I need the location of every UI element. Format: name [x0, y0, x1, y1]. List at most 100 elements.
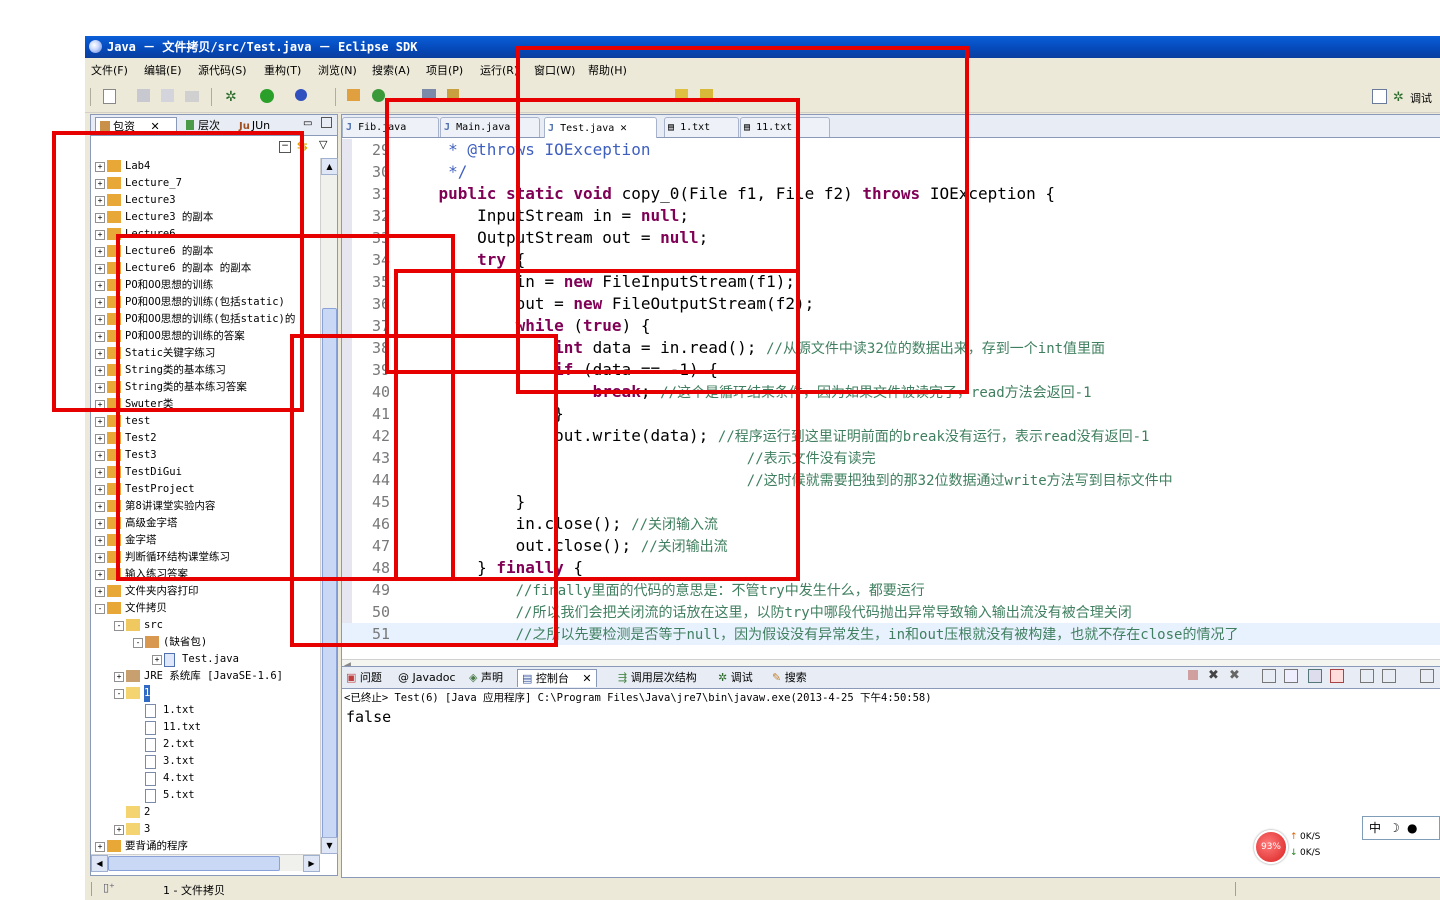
- expand-icon[interactable]: +: [152, 655, 162, 665]
- expand-icon[interactable]: +: [95, 468, 105, 478]
- tab-search[interactable]: ✎ 搜索: [772, 669, 807, 686]
- code-line[interactable]: 39 if (data == -1) {: [342, 359, 1440, 381]
- code-line[interactable]: 41 }: [342, 403, 1440, 425]
- tree-item[interactable]: + Lecture6: [95, 226, 319, 243]
- expand-icon[interactable]: +: [95, 162, 105, 172]
- code-area[interactable]: 29 * @throws IOException 30 */31 public s…: [342, 139, 1440, 645]
- expand-icon[interactable]: +: [95, 264, 105, 274]
- tab-declaration[interactable]: ◈ 声明: [469, 669, 503, 686]
- code-line[interactable]: 32 InputStream in = null;: [342, 205, 1440, 227]
- tree-item[interactable]: 4.txt: [133, 770, 319, 787]
- ime-toolbar[interactable]: 中 ☽ ●: [1362, 816, 1440, 840]
- external-tools-icon[interactable]: [295, 89, 307, 101]
- close-icon[interactable]: ✕: [151, 120, 160, 133]
- view-menu-icon[interactable]: ▽: [319, 138, 327, 151]
- tree-item[interactable]: 5.txt: [133, 787, 319, 804]
- menu-refactor[interactable]: 重构(T): [264, 62, 301, 78]
- tree-item[interactable]: - 文件拷贝: [95, 600, 319, 617]
- new-class-icon[interactable]: [372, 89, 385, 102]
- tree-item[interactable]: 1.txt: [133, 702, 319, 719]
- scroll-up-icon[interactable]: ▲: [321, 158, 338, 175]
- menu-edit[interactable]: 编辑(E): [144, 62, 182, 78]
- code-line[interactable]: 46 in.close(); //关闭输入流: [342, 513, 1440, 535]
- show-on-stderr-icon[interactable]: [1330, 669, 1344, 683]
- tree-item[interactable]: 2: [114, 804, 319, 821]
- tree-item[interactable]: + 要背诵的程序: [95, 838, 319, 854]
- tab-hierarchy[interactable]: 层次: [186, 117, 220, 134]
- expand-icon[interactable]: +: [95, 519, 105, 529]
- back-icon[interactable]: [675, 89, 688, 101]
- code-line[interactable]: 47 out.close(); //关闭输出流: [342, 535, 1440, 557]
- expand-icon[interactable]: +: [95, 383, 105, 393]
- scroll-left-icon[interactable]: ◀: [91, 855, 108, 872]
- expand-icon[interactable]: +: [95, 451, 105, 461]
- new-java-project-icon[interactable]: [347, 89, 360, 101]
- collapse-icon[interactable]: -: [95, 604, 105, 614]
- code-line[interactable]: 45 }: [342, 491, 1440, 513]
- remove-launch-icon[interactable]: ✖: [1208, 668, 1219, 683]
- tree-item[interactable]: + Swuter类: [95, 396, 319, 413]
- expand-icon[interactable]: +: [95, 349, 105, 359]
- moon-icon[interactable]: ☽: [1389, 817, 1400, 839]
- collapse-icon[interactable]: -: [114, 689, 124, 699]
- expand-icon[interactable]: +: [95, 315, 105, 325]
- ime-mode[interactable]: 中: [1369, 817, 1381, 839]
- tree-item[interactable]: + Lecture6 的副本: [95, 243, 319, 260]
- tree-item[interactable]: 11.txt: [133, 719, 319, 736]
- save-all-icon[interactable]: [161, 89, 174, 102]
- tree-item[interactable]: + PO和OO思想的训练(包括static)的: [95, 311, 319, 328]
- menu-navigate[interactable]: 浏览(N): [318, 62, 357, 78]
- expand-icon[interactable]: +: [95, 298, 105, 308]
- expand-icon[interactable]: +: [95, 213, 105, 223]
- expand-icon[interactable]: +: [95, 196, 105, 206]
- code-line[interactable]: 38 int data = in.read(); //从源文件中读32位的数据出…: [342, 337, 1440, 359]
- fast-view-icon[interactable]: ▯⁺: [103, 881, 115, 894]
- tree-item[interactable]: + Test2: [95, 430, 319, 447]
- debug-icon[interactable]: ✲: [225, 89, 241, 105]
- tree-item[interactable]: + String类的基本练习答案: [95, 379, 319, 396]
- tab-1-txt[interactable]: ▤ 1.txt: [664, 117, 739, 137]
- minimize-icon[interactable]: ▭: [303, 118, 312, 129]
- tab-fib-java[interactable]: J Fib.java: [342, 117, 439, 137]
- expand-icon[interactable]: +: [95, 434, 105, 444]
- close-icon[interactable]: ✕: [582, 672, 591, 685]
- code-line[interactable]: 30 */: [342, 161, 1440, 183]
- tree-item[interactable]: + Test3: [95, 447, 319, 464]
- tab-problems[interactable]: ▣ 问题: [346, 669, 382, 686]
- user-icon[interactable]: ●: [1407, 817, 1417, 839]
- tree-item[interactable]: + TestDiGui: [95, 464, 319, 481]
- collapse-icon[interactable]: -: [133, 638, 143, 648]
- collapse-icon[interactable]: -: [114, 621, 124, 631]
- open-type-icon[interactable]: [422, 89, 436, 101]
- link-editor-icon[interactable]: ⇆: [297, 139, 308, 154]
- expand-icon[interactable]: +: [95, 417, 105, 427]
- scroll-lock-icon[interactable]: [1284, 669, 1298, 683]
- code-line[interactable]: 42 out.write(data); //程序运行到这里证明前面的break没…: [342, 425, 1440, 447]
- console-output[interactable]: false: [346, 708, 391, 726]
- tree-item[interactable]: + 判断循环结构课堂练习: [95, 549, 319, 566]
- tree-item[interactable]: + String类的基本练习: [95, 362, 319, 379]
- code-line[interactable]: 48 } finally {: [342, 557, 1440, 579]
- show-on-stdout-icon[interactable]: [1308, 669, 1322, 683]
- expand-icon[interactable]: +: [95, 587, 105, 597]
- tree-item[interactable]: + TestProject: [95, 481, 319, 498]
- display-console-icon[interactable]: [1382, 669, 1396, 683]
- remove-all-icon[interactable]: ✖: [1229, 668, 1240, 683]
- clear-console-icon[interactable]: [1262, 669, 1276, 683]
- save-icon[interactable]: [137, 89, 150, 102]
- tab-debug[interactable]: ✲ 调试: [718, 669, 753, 686]
- menu-help[interactable]: 帮助(H): [588, 62, 627, 78]
- scrollbar-thumb[interactable]: [322, 308, 337, 840]
- expand-icon[interactable]: +: [95, 536, 105, 546]
- terminate-icon[interactable]: [1188, 670, 1198, 680]
- close-icon[interactable]: ✕: [620, 121, 627, 134]
- forward-icon[interactable]: [700, 89, 713, 101]
- tree-item[interactable]: + test: [95, 413, 319, 430]
- tab-package-explorer[interactable]: 包资 ✕: [95, 117, 177, 135]
- expand-icon[interactable]: +: [114, 825, 124, 835]
- code-line[interactable]: 36 out = new FileOutputStream(f2);: [342, 293, 1440, 315]
- tree-item[interactable]: + 金字塔: [95, 532, 319, 549]
- menu-source[interactable]: 源代码(S): [198, 62, 247, 78]
- run-icon[interactable]: [260, 89, 274, 103]
- open-perspective-icon[interactable]: [1372, 89, 1387, 104]
